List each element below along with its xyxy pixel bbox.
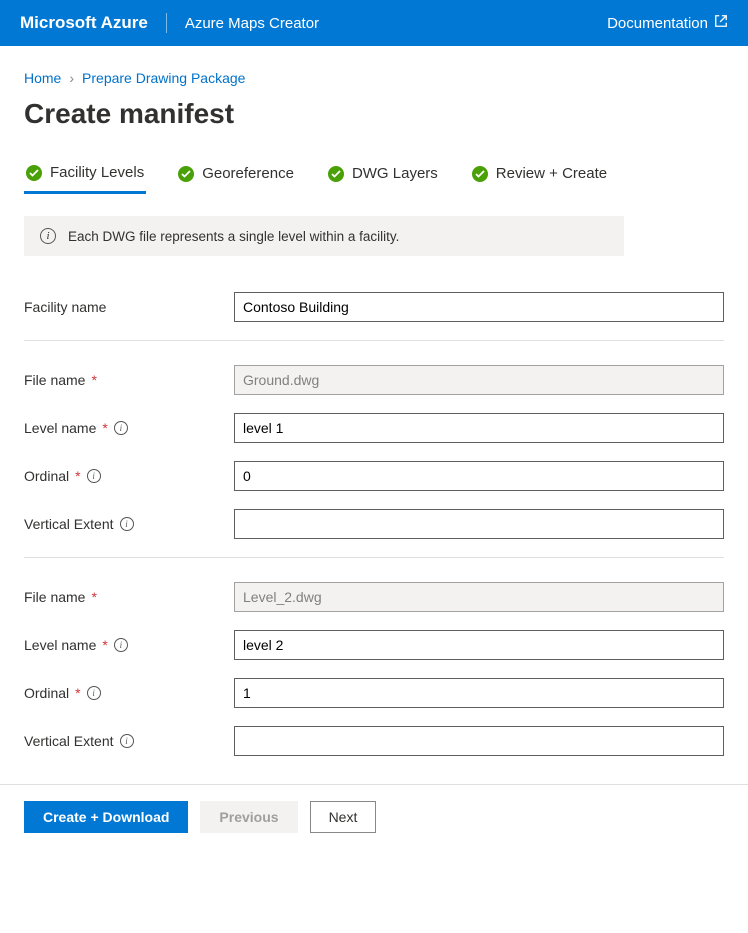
footer-bar: Create + Download Previous Next bbox=[0, 784, 748, 863]
facility-name-input[interactable] bbox=[234, 292, 724, 322]
check-circle-icon bbox=[26, 165, 42, 181]
divider bbox=[166, 13, 167, 33]
breadcrumb: Home › Prepare Drawing Package bbox=[24, 70, 724, 86]
label-file-name: File name* bbox=[24, 372, 234, 388]
tab-dwg-layers[interactable]: DWG Layers bbox=[326, 158, 440, 193]
row-ordinal: Ordinal* i bbox=[24, 461, 724, 491]
ordinal-input[interactable] bbox=[234, 678, 724, 708]
tab-label: Facility Levels bbox=[50, 164, 144, 181]
info-icon: i bbox=[40, 228, 56, 244]
tab-georeference[interactable]: Georeference bbox=[176, 158, 296, 193]
breadcrumb-prepare[interactable]: Prepare Drawing Package bbox=[82, 70, 245, 86]
row-level-name: Level name* i bbox=[24, 413, 724, 443]
file-name-input bbox=[234, 582, 724, 612]
tab-label: DWG Layers bbox=[352, 165, 438, 182]
top-bar: Microsoft Azure Azure Maps Creator Docum… bbox=[0, 0, 748, 46]
required-marker: * bbox=[91, 372, 96, 388]
info-icon[interactable]: i bbox=[114, 421, 128, 435]
ordinal-input[interactable] bbox=[234, 461, 724, 491]
label-ordinal: Ordinal* i bbox=[24, 468, 234, 484]
label-vertical-extent: Vertical Extent i bbox=[24, 516, 234, 532]
tabs: Facility Levels Georeference DWG Layers … bbox=[24, 158, 724, 194]
info-icon[interactable]: i bbox=[114, 638, 128, 652]
info-icon[interactable]: i bbox=[87, 686, 101, 700]
row-facility-name: Facility name bbox=[24, 292, 724, 322]
label-vertical-extent: Vertical Extent i bbox=[24, 733, 234, 749]
label-facility-name: Facility name bbox=[24, 299, 234, 315]
brand-label: Microsoft Azure bbox=[20, 13, 148, 33]
breadcrumb-home[interactable]: Home bbox=[24, 70, 61, 86]
level-name-input[interactable] bbox=[234, 630, 724, 660]
create-download-button[interactable]: Create + Download bbox=[24, 801, 188, 833]
required-marker: * bbox=[102, 420, 107, 436]
product-label: Azure Maps Creator bbox=[185, 15, 319, 32]
documentation-link[interactable]: Documentation bbox=[607, 14, 728, 32]
tab-review-create[interactable]: Review + Create bbox=[470, 158, 609, 193]
row-file-name: File name* bbox=[24, 365, 724, 395]
row-ordinal: Ordinal* i bbox=[24, 678, 724, 708]
label-ordinal: Ordinal* i bbox=[24, 685, 234, 701]
required-marker: * bbox=[75, 468, 80, 484]
info-icon[interactable]: i bbox=[120, 517, 134, 531]
row-vertical-extent: Vertical Extent i bbox=[24, 726, 724, 756]
check-circle-icon bbox=[178, 166, 194, 182]
required-marker: * bbox=[102, 637, 107, 653]
file-name-input bbox=[234, 365, 724, 395]
info-banner: i Each DWG file represents a single leve… bbox=[24, 216, 624, 256]
level-name-input[interactable] bbox=[234, 413, 724, 443]
row-level-name: Level name* i bbox=[24, 630, 724, 660]
info-icon[interactable]: i bbox=[120, 734, 134, 748]
vertical-extent-input[interactable] bbox=[234, 726, 724, 756]
separator bbox=[24, 557, 724, 558]
check-circle-icon bbox=[328, 166, 344, 182]
label-level-name: Level name* i bbox=[24, 637, 234, 653]
next-button[interactable]: Next bbox=[310, 801, 377, 833]
tab-facility-levels[interactable]: Facility Levels bbox=[24, 158, 146, 194]
tab-label: Review + Create bbox=[496, 165, 607, 182]
info-text: Each DWG file represents a single level … bbox=[68, 229, 399, 244]
check-circle-icon bbox=[472, 166, 488, 182]
page-title: Create manifest bbox=[24, 98, 724, 130]
chevron-right-icon: › bbox=[69, 70, 74, 86]
info-icon[interactable]: i bbox=[87, 469, 101, 483]
external-link-icon bbox=[714, 14, 728, 32]
required-marker: * bbox=[75, 685, 80, 701]
tab-label: Georeference bbox=[202, 165, 294, 182]
label-level-name: Level name* i bbox=[24, 420, 234, 436]
separator bbox=[24, 340, 724, 341]
main-content: Home › Prepare Drawing Package Create ma… bbox=[0, 46, 748, 756]
previous-button: Previous bbox=[200, 801, 297, 833]
documentation-label: Documentation bbox=[607, 15, 708, 32]
label-file-name: File name* bbox=[24, 589, 234, 605]
vertical-extent-input[interactable] bbox=[234, 509, 724, 539]
row-file-name: File name* bbox=[24, 582, 724, 612]
row-vertical-extent: Vertical Extent i bbox=[24, 509, 724, 539]
required-marker: * bbox=[91, 589, 96, 605]
